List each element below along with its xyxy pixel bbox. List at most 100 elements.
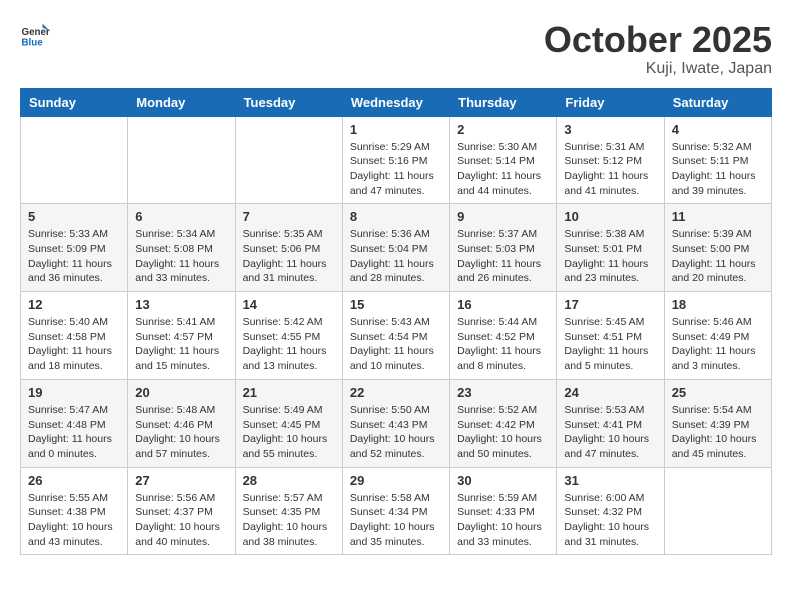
cell-content: Sunrise: 5:44 AM Sunset: 4:52 PM Dayligh… [457,315,549,374]
title-block: October 2025 Kuji, Iwate, Japan [544,20,772,78]
weekday-header: Thursday [450,88,557,116]
calendar-cell: 21 Sunrise: 5:49 AM Sunset: 4:45 PM Dayl… [235,379,342,467]
cell-content: Sunrise: 5:31 AM Sunset: 5:12 PM Dayligh… [564,140,656,199]
calendar-week-row: 19 Sunrise: 5:47 AM Sunset: 4:48 PM Dayl… [21,379,772,467]
calendar-cell: 13 Sunrise: 5:41 AM Sunset: 4:57 PM Dayl… [128,292,235,380]
calendar-cell: 18 Sunrise: 5:46 AM Sunset: 4:49 PM Dayl… [664,292,771,380]
calendar-cell: 25 Sunrise: 5:54 AM Sunset: 4:39 PM Dayl… [664,379,771,467]
weekday-header: Sunday [21,88,128,116]
day-number: 24 [564,385,656,400]
day-number: 29 [350,473,442,488]
calendar-cell: 20 Sunrise: 5:48 AM Sunset: 4:46 PM Dayl… [128,379,235,467]
weekday-header: Friday [557,88,664,116]
cell-content: Sunrise: 5:39 AM Sunset: 5:00 PM Dayligh… [672,227,764,286]
calendar-cell [235,116,342,204]
day-number: 30 [457,473,549,488]
day-number: 31 [564,473,656,488]
calendar-cell: 27 Sunrise: 5:56 AM Sunset: 4:37 PM Dayl… [128,467,235,555]
day-number: 1 [350,122,442,137]
weekday-header: Wednesday [342,88,449,116]
day-number: 18 [672,297,764,312]
cell-content: Sunrise: 5:33 AM Sunset: 5:09 PM Dayligh… [28,227,120,286]
logo-icon: General Blue [20,20,50,50]
calendar-cell: 9 Sunrise: 5:37 AM Sunset: 5:03 PM Dayli… [450,204,557,292]
calendar-week-row: 1 Sunrise: 5:29 AM Sunset: 5:16 PM Dayli… [21,116,772,204]
day-number: 12 [28,297,120,312]
cell-content: Sunrise: 5:29 AM Sunset: 5:16 PM Dayligh… [350,140,442,199]
calendar-cell: 17 Sunrise: 5:45 AM Sunset: 4:51 PM Dayl… [557,292,664,380]
calendar-cell: 16 Sunrise: 5:44 AM Sunset: 4:52 PM Dayl… [450,292,557,380]
day-number: 4 [672,122,764,137]
cell-content: Sunrise: 5:55 AM Sunset: 4:38 PM Dayligh… [28,491,120,550]
cell-content: Sunrise: 5:46 AM Sunset: 4:49 PM Dayligh… [672,315,764,374]
cell-content: Sunrise: 5:34 AM Sunset: 5:08 PM Dayligh… [135,227,227,286]
day-number: 5 [28,209,120,224]
cell-content: Sunrise: 5:52 AM Sunset: 4:42 PM Dayligh… [457,403,549,462]
svg-text:Blue: Blue [22,38,44,49]
calendar-cell: 19 Sunrise: 5:47 AM Sunset: 4:48 PM Dayl… [21,379,128,467]
day-number: 23 [457,385,549,400]
calendar-cell: 12 Sunrise: 5:40 AM Sunset: 4:58 PM Dayl… [21,292,128,380]
day-number: 10 [564,209,656,224]
cell-content: Sunrise: 5:45 AM Sunset: 4:51 PM Dayligh… [564,315,656,374]
day-number: 14 [243,297,335,312]
calendar-cell: 5 Sunrise: 5:33 AM Sunset: 5:09 PM Dayli… [21,204,128,292]
calendar-cell: 2 Sunrise: 5:30 AM Sunset: 5:14 PM Dayli… [450,116,557,204]
calendar-cell: 3 Sunrise: 5:31 AM Sunset: 5:12 PM Dayli… [557,116,664,204]
cell-content: Sunrise: 6:00 AM Sunset: 4:32 PM Dayligh… [564,491,656,550]
calendar-week-row: 26 Sunrise: 5:55 AM Sunset: 4:38 PM Dayl… [21,467,772,555]
day-number: 11 [672,209,764,224]
day-number: 28 [243,473,335,488]
calendar-cell: 28 Sunrise: 5:57 AM Sunset: 4:35 PM Dayl… [235,467,342,555]
calendar-cell: 29 Sunrise: 5:58 AM Sunset: 4:34 PM Dayl… [342,467,449,555]
cell-content: Sunrise: 5:35 AM Sunset: 5:06 PM Dayligh… [243,227,335,286]
cell-content: Sunrise: 5:58 AM Sunset: 4:34 PM Dayligh… [350,491,442,550]
calendar-header-row: SundayMondayTuesdayWednesdayThursdayFrid… [21,88,772,116]
day-number: 2 [457,122,549,137]
cell-content: Sunrise: 5:41 AM Sunset: 4:57 PM Dayligh… [135,315,227,374]
calendar-cell: 15 Sunrise: 5:43 AM Sunset: 4:54 PM Dayl… [342,292,449,380]
calendar-cell: 6 Sunrise: 5:34 AM Sunset: 5:08 PM Dayli… [128,204,235,292]
calendar-cell: 23 Sunrise: 5:52 AM Sunset: 4:42 PM Dayl… [450,379,557,467]
day-number: 27 [135,473,227,488]
logo: General Blue [20,20,50,50]
calendar-cell: 31 Sunrise: 6:00 AM Sunset: 4:32 PM Dayl… [557,467,664,555]
day-number: 19 [28,385,120,400]
calendar-cell [21,116,128,204]
day-number: 7 [243,209,335,224]
calendar-cell [128,116,235,204]
calendar-cell: 30 Sunrise: 5:59 AM Sunset: 4:33 PM Dayl… [450,467,557,555]
day-number: 17 [564,297,656,312]
day-number: 16 [457,297,549,312]
cell-content: Sunrise: 5:56 AM Sunset: 4:37 PM Dayligh… [135,491,227,550]
month-title: October 2025 [544,20,772,60]
day-number: 15 [350,297,442,312]
calendar-cell: 24 Sunrise: 5:53 AM Sunset: 4:41 PM Dayl… [557,379,664,467]
cell-content: Sunrise: 5:49 AM Sunset: 4:45 PM Dayligh… [243,403,335,462]
calendar-cell: 10 Sunrise: 5:38 AM Sunset: 5:01 PM Dayl… [557,204,664,292]
calendar-cell: 7 Sunrise: 5:35 AM Sunset: 5:06 PM Dayli… [235,204,342,292]
day-number: 22 [350,385,442,400]
calendar-cell: 14 Sunrise: 5:42 AM Sunset: 4:55 PM Dayl… [235,292,342,380]
calendar-week-row: 12 Sunrise: 5:40 AM Sunset: 4:58 PM Dayl… [21,292,772,380]
cell-content: Sunrise: 5:53 AM Sunset: 4:41 PM Dayligh… [564,403,656,462]
day-number: 21 [243,385,335,400]
cell-content: Sunrise: 5:54 AM Sunset: 4:39 PM Dayligh… [672,403,764,462]
calendar-cell: 26 Sunrise: 5:55 AM Sunset: 4:38 PM Dayl… [21,467,128,555]
calendar-cell: 11 Sunrise: 5:39 AM Sunset: 5:00 PM Dayl… [664,204,771,292]
weekday-header: Saturday [664,88,771,116]
day-number: 6 [135,209,227,224]
cell-content: Sunrise: 5:36 AM Sunset: 5:04 PM Dayligh… [350,227,442,286]
day-number: 25 [672,385,764,400]
cell-content: Sunrise: 5:42 AM Sunset: 4:55 PM Dayligh… [243,315,335,374]
day-number: 3 [564,122,656,137]
calendar-cell: 1 Sunrise: 5:29 AM Sunset: 5:16 PM Dayli… [342,116,449,204]
cell-content: Sunrise: 5:38 AM Sunset: 5:01 PM Dayligh… [564,227,656,286]
weekday-header: Tuesday [235,88,342,116]
cell-content: Sunrise: 5:57 AM Sunset: 4:35 PM Dayligh… [243,491,335,550]
calendar-cell: 8 Sunrise: 5:36 AM Sunset: 5:04 PM Dayli… [342,204,449,292]
calendar-cell [664,467,771,555]
cell-content: Sunrise: 5:48 AM Sunset: 4:46 PM Dayligh… [135,403,227,462]
cell-content: Sunrise: 5:32 AM Sunset: 5:11 PM Dayligh… [672,140,764,199]
calendar-cell: 22 Sunrise: 5:50 AM Sunset: 4:43 PM Dayl… [342,379,449,467]
